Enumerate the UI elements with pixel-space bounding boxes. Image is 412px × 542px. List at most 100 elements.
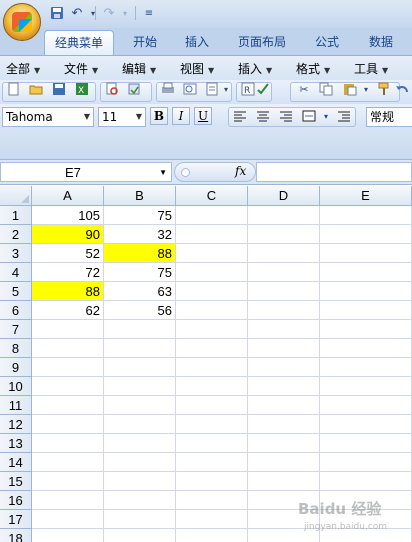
cell-c18[interactable]	[176, 529, 248, 542]
cell-d6[interactable]	[248, 301, 320, 320]
cell-d9[interactable]	[248, 358, 320, 377]
row-header-9[interactable]: 9	[0, 358, 32, 377]
cell-a9[interactable]	[32, 358, 104, 377]
cell-e10[interactable]	[320, 377, 412, 396]
cell-b2[interactable]: 32	[104, 225, 176, 244]
cell-e5[interactable]	[320, 282, 412, 301]
menu-edit[interactable]: 编辑 ▼	[122, 60, 156, 77]
cell-c7[interactable]	[176, 320, 248, 339]
column-header-d[interactable]: D	[248, 186, 320, 206]
cell-d5[interactable]	[248, 282, 320, 301]
cell-b18[interactable]	[104, 529, 176, 542]
format-painter-icon[interactable]	[376, 82, 392, 98]
print-icon[interactable]	[160, 82, 176, 98]
office-button[interactable]	[3, 3, 41, 41]
cell-b6[interactable]: 56	[104, 301, 176, 320]
cell-a4[interactable]: 72	[32, 263, 104, 282]
chevron-down-icon[interactable]: ▼	[81, 108, 93, 126]
font-name-combo[interactable]: Tahoma ▼	[2, 107, 94, 127]
row-header-12[interactable]: 12	[0, 415, 32, 434]
cell-b11[interactable]	[104, 396, 176, 415]
insert-function-button[interactable]: fx	[235, 164, 246, 178]
cell-c15[interactable]	[176, 472, 248, 491]
align-right-icon[interactable]	[278, 109, 294, 125]
cell-a13[interactable]	[32, 434, 104, 453]
cell-c14[interactable]	[176, 453, 248, 472]
cell-d4[interactable]	[248, 263, 320, 282]
cell-b8[interactable]	[104, 339, 176, 358]
cell-d2[interactable]	[248, 225, 320, 244]
tab-formulas[interactable]: 公式	[304, 30, 350, 55]
cell-d10[interactable]	[248, 377, 320, 396]
italic-button[interactable]: I	[172, 107, 190, 125]
tab-classic-menu[interactable]: 经典菜单	[44, 30, 114, 55]
cell-a2[interactable]: 90	[32, 225, 104, 244]
chevron-down-icon[interactable]: ▼	[133, 108, 145, 126]
chevron-down-icon[interactable]: ▼	[159, 168, 167, 177]
row-header-4[interactable]: 4	[0, 263, 32, 282]
cell-d11[interactable]	[248, 396, 320, 415]
cell-e13[interactable]	[320, 434, 412, 453]
cell-e2[interactable]	[320, 225, 412, 244]
cell-a17[interactable]	[32, 510, 104, 529]
cell-a14[interactable]	[32, 453, 104, 472]
row-header-8[interactable]: 8	[0, 339, 32, 358]
cell-e8[interactable]	[320, 339, 412, 358]
tab-insert[interactable]: 插入	[174, 30, 220, 55]
resize-handle-icon[interactable]	[181, 168, 190, 177]
row-header-18[interactable]: 18	[0, 529, 32, 542]
cell-a12[interactable]	[32, 415, 104, 434]
formula-input[interactable]	[256, 162, 412, 182]
menu-insert[interactable]: 插入 ▼	[238, 60, 272, 77]
cell-b4[interactable]: 75	[104, 263, 176, 282]
print-preview-icon[interactable]	[104, 82, 120, 98]
column-header-e[interactable]: E	[320, 186, 412, 206]
cell-d1[interactable]	[248, 206, 320, 225]
cell-c3[interactable]	[176, 244, 248, 263]
name-box[interactable]: E7 ▼	[0, 162, 172, 182]
check-icon[interactable]	[255, 82, 271, 98]
underline-button[interactable]: U	[194, 107, 212, 125]
indent-icon[interactable]	[336, 109, 352, 125]
align-left-icon[interactable]	[232, 109, 248, 125]
open-folder-icon[interactable]	[28, 82, 44, 98]
font-size-combo[interactable]: 11 ▼	[98, 107, 146, 127]
row-header-7[interactable]: 7	[0, 320, 32, 339]
align-center-icon[interactable]	[255, 109, 271, 125]
menu-format[interactable]: 格式 ▼	[296, 60, 330, 77]
cell-d7[interactable]	[248, 320, 320, 339]
cell-d12[interactable]	[248, 415, 320, 434]
tab-home[interactable]: 开始	[122, 30, 168, 55]
row-header-10[interactable]: 10	[0, 377, 32, 396]
cell-c12[interactable]	[176, 415, 248, 434]
menu-file[interactable]: 文件 ▼	[64, 60, 98, 77]
row-header-16[interactable]: 16	[0, 491, 32, 510]
select-all-corner[interactable]	[0, 186, 32, 206]
paste-icon[interactable]	[342, 82, 358, 98]
row-header-6[interactable]: 6	[0, 301, 32, 320]
cell-c11[interactable]	[176, 396, 248, 415]
cell-c9[interactable]	[176, 358, 248, 377]
excel-icon[interactable]: X	[74, 82, 90, 98]
cell-c1[interactable]	[176, 206, 248, 225]
undo-icon[interactable]	[394, 82, 410, 98]
cell-a8[interactable]	[32, 339, 104, 358]
redo-dropdown-icon[interactable]: ▾	[116, 4, 134, 22]
cell-d13[interactable]	[248, 434, 320, 453]
customize-qat-icon[interactable]: ≡	[140, 4, 158, 22]
cell-d3[interactable]	[248, 244, 320, 263]
cell-b1[interactable]: 75	[104, 206, 176, 225]
number-format-combo[interactable]: 常规	[366, 107, 412, 127]
tab-data[interactable]: 数据	[358, 30, 404, 55]
paste-special-icon[interactable]	[126, 82, 142, 98]
cell-b14[interactable]	[104, 453, 176, 472]
cell-d14[interactable]	[248, 453, 320, 472]
cell-c2[interactable]	[176, 225, 248, 244]
new-document-icon[interactable]	[5, 82, 21, 98]
cell-a1[interactable]: 105	[32, 206, 104, 225]
cell-e15[interactable]	[320, 472, 412, 491]
cell-a10[interactable]	[32, 377, 104, 396]
cell-b9[interactable]	[104, 358, 176, 377]
cell-c8[interactable]	[176, 339, 248, 358]
cell-e12[interactable]	[320, 415, 412, 434]
